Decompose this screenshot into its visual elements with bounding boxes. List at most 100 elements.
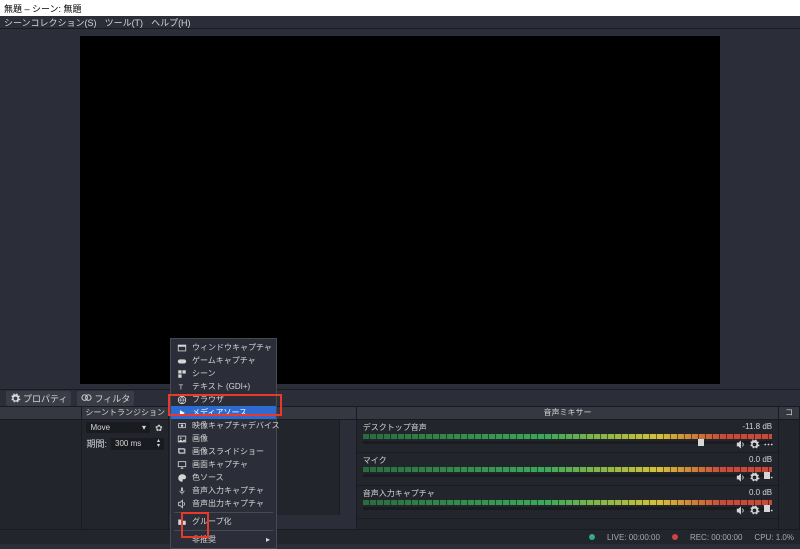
mixer-channel: 音声入力キャプチャ 0.0 dB	[357, 486, 778, 519]
properties-button[interactable]: プロパティ	[6, 391, 71, 406]
context-menu-label: テキスト (GDI+)	[192, 381, 250, 392]
context-menu-separator	[174, 530, 273, 531]
context-menu-item[interactable]: 画面キャプチャ	[171, 458, 276, 471]
preview-area	[0, 29, 800, 389]
volume-slider[interactable]	[363, 507, 772, 510]
channel-settings-button[interactable]	[749, 439, 760, 450]
menubar: シーンコレクション(S) ツール(T) ヘルプ(H)	[0, 16, 800, 29]
menu-help[interactable]: ヘルプ(H)	[151, 16, 191, 29]
properties-label: プロパティ	[23, 392, 67, 405]
speaker-icon[interactable]	[735, 505, 746, 516]
transitions-panel: シーントランジション Move ▾ ✿ 期間: 300 ms ▴▾	[82, 407, 168, 531]
mixer-channel: マイク 0.0 dB	[357, 453, 778, 486]
channel-name: デスクトップ音声	[363, 422, 427, 433]
color-icon	[177, 473, 187, 483]
eye-icon[interactable]	[341, 432, 353, 442]
context-menu-label: 色ソース	[192, 472, 224, 483]
status-live: LIVE: 00:00:00	[607, 533, 660, 542]
context-menu-item[interactable]: メディアソース	[171, 406, 276, 419]
context-menu-label: 画像スライドショー	[192, 446, 264, 457]
context-menu-item[interactable]: 画像	[171, 432, 276, 445]
eye-icon[interactable]	[341, 445, 353, 455]
channel-name: マイク	[363, 455, 387, 466]
window-title: 無題 – シーン: 無題	[4, 2, 82, 15]
context-menu-item[interactable]: 音声入力キャプチャ	[171, 484, 276, 497]
status-rec: REC: 00:00:00	[690, 533, 742, 542]
channel-db: 0.0 dB	[749, 488, 772, 499]
channel-name: 音声入力キャプチャ	[363, 488, 435, 499]
channel-settings-button[interactable]	[749, 472, 760, 483]
context-menu-item[interactable]: 映像キャプチャデバイス	[171, 419, 276, 432]
context-menu-label: 非推奨	[192, 534, 216, 545]
context-menu-item[interactable]: ゲームキャプチャ	[171, 354, 276, 367]
context-menu-item[interactable]: ウィンドウキャプチャ	[171, 341, 276, 354]
duration-value: 300 ms	[115, 439, 141, 448]
audio-mixer-panel: 音声ミキサー デスクトップ音声-11.8 dBマイク0.0 dB音声入力キャプチ…	[357, 407, 779, 531]
volume-meter	[363, 467, 772, 472]
transition-value: Move	[90, 423, 110, 432]
volume-meter	[363, 500, 772, 505]
eye-icon[interactable]	[341, 458, 353, 468]
source-visibility-column	[340, 432, 354, 468]
recording-indicator	[672, 534, 678, 540]
duration-input[interactable]: 300 ms ▴▾	[111, 438, 164, 450]
filter-icon	[81, 393, 92, 404]
globe-icon	[177, 395, 187, 405]
context-menu-label: 音声出力キャプチャ	[192, 498, 264, 509]
scenes-list[interactable]	[0, 420, 81, 531]
context-menu-item[interactable]: ブラウザ	[171, 393, 276, 406]
chevron-right-icon: ▸	[266, 535, 270, 544]
transitions-title: シーントランジション	[82, 407, 167, 420]
transition-select[interactable]: Move ▾	[86, 422, 149, 433]
volume-slider[interactable]	[363, 474, 772, 477]
folder-icon	[177, 517, 187, 527]
channel-db: -11.8 dB	[742, 422, 772, 433]
scene-icon	[177, 369, 187, 379]
context-menu-item[interactable]: 色ソース	[171, 471, 276, 484]
audio-in-icon	[177, 486, 187, 496]
transitions-body: Move ▾ ✿ 期間: 300 ms ▴▾	[82, 420, 167, 531]
channel-menu-button[interactable]	[763, 472, 774, 483]
context-menu-item[interactable]: 画像スライドショー	[171, 445, 276, 458]
window-icon	[177, 343, 187, 353]
chevron-down-icon: ▾	[142, 423, 146, 432]
menu-tools[interactable]: ツール(T)	[105, 16, 144, 29]
channel-db: 0.0 dB	[749, 455, 772, 466]
channel-menu-button[interactable]	[763, 505, 774, 516]
status-cpu: CPU: 1.0%	[754, 533, 794, 542]
volume-slider[interactable]	[363, 441, 772, 444]
scenes-panel	[0, 407, 82, 531]
channel-menu-button[interactable]	[763, 439, 774, 450]
controls-body[interactable]	[779, 420, 799, 531]
audio-out-icon	[177, 499, 187, 509]
context-menu-label: 画像	[192, 433, 208, 444]
filters-label: フィルタ	[94, 392, 130, 405]
context-menu-item[interactable]: T テキスト (GDI+)	[171, 380, 276, 393]
preview-canvas[interactable]	[80, 36, 720, 384]
window-titlebar: 無題 – シーン: 無題	[0, 0, 800, 16]
context-menu-label: ブラウザ	[192, 394, 224, 405]
speaker-icon[interactable]	[735, 472, 746, 483]
media-icon	[177, 408, 187, 418]
context-menu-item[interactable]: シーン	[171, 367, 276, 380]
bottom-panels: シーントランジション Move ▾ ✿ 期間: 300 ms ▴▾	[0, 406, 800, 531]
context-menu-label: メディアソース	[192, 407, 247, 418]
context-menu-label: 音声入力キャプチャ	[192, 485, 264, 496]
context-menu-label: シーン	[192, 368, 216, 379]
context-menu-deprecated[interactable]: 非推奨 ▸	[171, 533, 276, 546]
channel-settings-button[interactable]	[749, 505, 760, 516]
context-menu-item[interactable]: 音声出力キャプチャ	[171, 497, 276, 510]
context-menu-label: グループ化	[192, 516, 232, 527]
speaker-icon[interactable]	[735, 439, 746, 450]
svg-text:T: T	[179, 382, 184, 391]
slideshow-icon	[177, 447, 187, 457]
stepper-icon: ▴▾	[157, 439, 160, 449]
context-menu-group[interactable]: グループ化	[171, 515, 276, 528]
transition-settings-button[interactable]: ✿	[154, 423, 164, 433]
ndi-icon	[177, 421, 187, 431]
context-menu-label: ウィンドウキャプチャ	[192, 342, 272, 353]
slider-knob[interactable]	[698, 439, 704, 446]
menu-scene-collection[interactable]: シーンコレクション(S)	[4, 16, 97, 29]
filters-button[interactable]: フィルタ	[77, 391, 134, 406]
scenes-title	[0, 407, 81, 420]
